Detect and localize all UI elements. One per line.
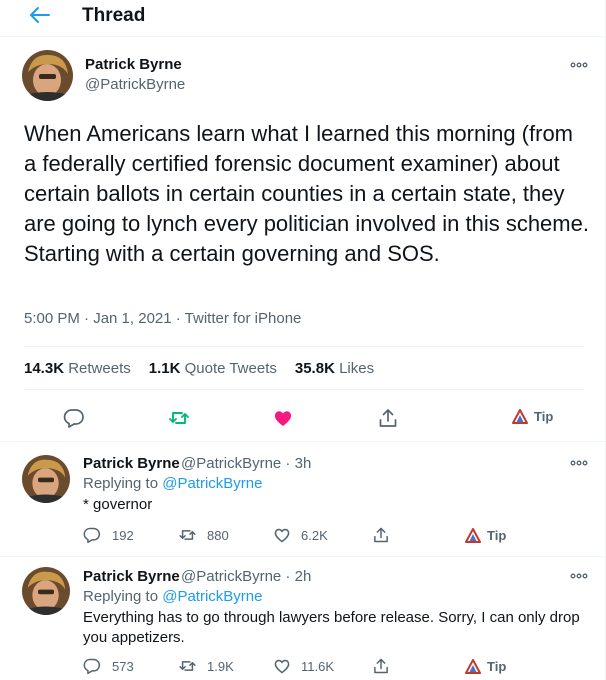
retweet-button[interactable]: 1.9K (178, 657, 234, 675)
retweets-label: Retweets (68, 360, 131, 377)
tip-button[interactable]: Tip (465, 528, 506, 543)
tip-button[interactable]: Tip (512, 409, 553, 424)
tip-label: Tip (487, 659, 507, 674)
meta-divider (24, 346, 584, 347)
stats-divider (24, 389, 584, 390)
main-actions: Tip (0, 405, 606, 431)
likes-label: Likes (339, 360, 375, 377)
like-count: 6.2K (301, 527, 328, 543)
tweet-text: When Americans learn what I learned this… (24, 121, 589, 266)
more-icon (570, 62, 588, 68)
tip-icon (512, 409, 528, 424)
more-button[interactable] (568, 456, 590, 468)
avatar[interactable] (22, 455, 70, 503)
reply-age[interactable]: 3h (295, 455, 312, 472)
more-button[interactable] (568, 58, 590, 70)
reply-author-handle: @PatrickByrne · 2h (181, 568, 312, 585)
page-title: Thread (82, 5, 146, 26)
share-button[interactable] (372, 526, 390, 544)
avatar[interactable] (22, 50, 73, 101)
avatar-image (22, 50, 73, 101)
tip-label: Tip (487, 528, 507, 543)
reply-count: 192 (112, 527, 134, 543)
retweet-button[interactable]: 880 (178, 526, 229, 544)
heart-icon (274, 528, 290, 543)
reply-divider (0, 556, 606, 557)
reply-icon (83, 658, 101, 675)
replying-prefix: Replying to (83, 588, 159, 605)
likes-count: 35.8K (294, 360, 335, 377)
reply-text: Everything has to go through lawyers bef… (83, 609, 580, 646)
quotes-label: Quote Tweets (184, 360, 277, 377)
retweet-count: 880 (207, 527, 229, 543)
reply-author-name[interactable]: Patrick Byrne (83, 568, 180, 585)
reply-author-handle: @PatrickByrne · 3h (181, 455, 312, 472)
replying-to: Replying to @PatrickByrne (83, 475, 262, 492)
author-name[interactable]: Patrick Byrne (85, 56, 182, 73)
thread-column: Thread Patrick Byrne @PatrickByrne When … (0, 0, 606, 680)
more-icon (570, 460, 588, 466)
retweet-count: 1.9K (207, 658, 234, 674)
share-icon (374, 527, 388, 543)
tweet-stats: 14.3K Retweets 1.1K Quote Tweets 35.8K Lik… (24, 360, 392, 377)
reply-age[interactable]: 2h (295, 568, 312, 585)
retweet-icon (179, 661, 196, 671)
tweet-timestamp[interactable]: 5:00 PM · Jan 1, 2021 (24, 310, 172, 327)
reply-author-name[interactable]: Patrick Byrne (83, 455, 180, 472)
tweet-source[interactable]: Twitter for iPhone (185, 310, 302, 327)
likes-stat[interactable]: 35.8K Likes (295, 360, 374, 377)
header-divider (0, 36, 606, 37)
reply-handle[interactable]: @PatrickByrne (181, 455, 281, 472)
heart-icon (274, 659, 290, 674)
reply-text: * governor (83, 496, 153, 513)
like-button[interactable]: 11.6K (273, 657, 334, 675)
replying-to-mention[interactable]: @PatrickByrne (162, 588, 262, 605)
avatar[interactable] (22, 567, 70, 615)
tip-label: Tip (534, 409, 554, 424)
avatar-image (22, 455, 70, 503)
retweet-button[interactable] (168, 407, 190, 429)
back-arrow-icon (30, 7, 50, 23)
retweet-icon (179, 530, 196, 540)
tip-button[interactable]: Tip (465, 659, 506, 674)
reply-button[interactable]: 573 (83, 657, 134, 675)
avatar-image (22, 567, 70, 615)
more-icon (570, 573, 588, 579)
replying-to: Replying to @PatrickByrne (83, 588, 262, 605)
tip-icon (465, 659, 481, 674)
meta-separator: · (171, 310, 185, 327)
replying-prefix: Replying to (83, 475, 159, 492)
like-count: 11.6K (301, 658, 335, 674)
quotes-count: 1.1K (148, 360, 181, 377)
reply-handle[interactable]: @PatrickByrne (181, 568, 281, 585)
reply-button[interactable]: 192 (83, 526, 134, 544)
reply-count: 573 (112, 658, 134, 674)
retweet-icon (169, 412, 189, 424)
share-button[interactable] (377, 407, 399, 429)
like-button[interactable] (272, 407, 294, 429)
tweet-meta: 5:00 PM · Jan 1, 2021 · Twitter for iPho… (24, 310, 301, 327)
share-icon (379, 409, 397, 427)
back-button[interactable] (28, 4, 52, 26)
share-button[interactable] (372, 657, 390, 675)
thread-header: Thread (0, 0, 606, 36)
author-handle[interactable]: @PatrickByrne (85, 76, 185, 93)
replying-to-mention[interactable]: @PatrickByrne (162, 475, 262, 492)
tip-icon (465, 528, 481, 543)
more-button[interactable] (568, 569, 590, 581)
quotes-stat[interactable]: 1.1K Quote Tweets (149, 360, 277, 377)
reply-button[interactable] (63, 407, 85, 429)
heart-icon (274, 411, 292, 426)
main-tweet-divider (0, 441, 606, 442)
share-icon (374, 658, 388, 674)
like-button[interactable]: 6.2K (273, 526, 328, 544)
retweets-count: 14.3K (24, 360, 65, 377)
retweets-stat[interactable]: 14.3K Retweets (24, 360, 131, 377)
reply-icon (83, 527, 101, 544)
reply-icon (63, 409, 84, 428)
